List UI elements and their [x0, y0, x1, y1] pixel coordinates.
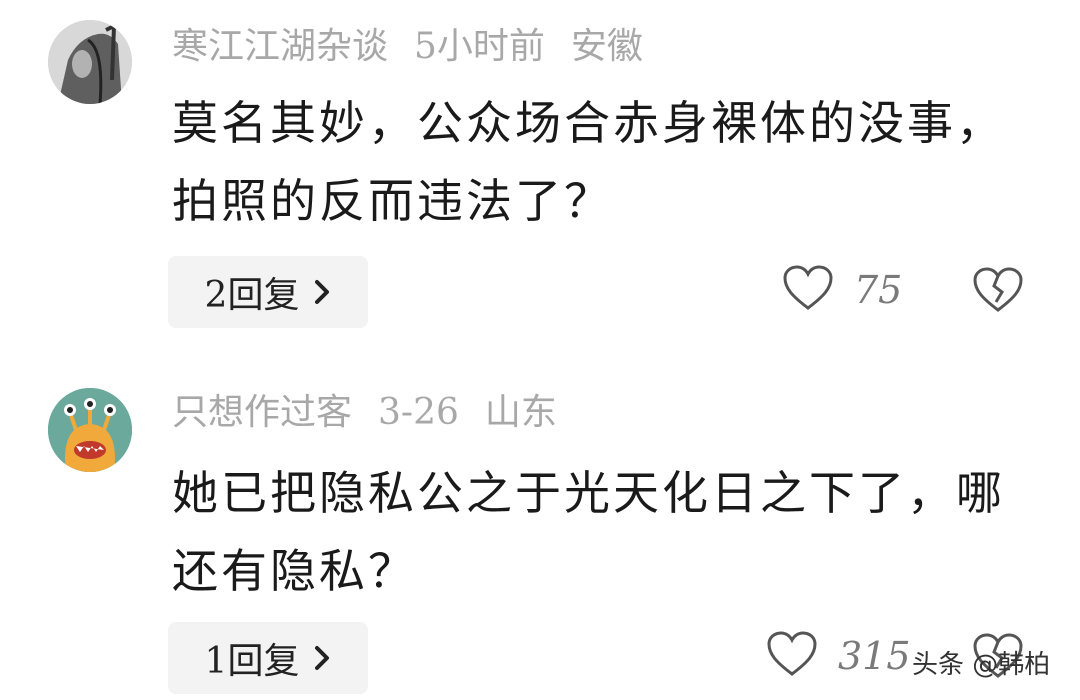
timestamp: 3-26	[378, 392, 459, 433]
ink-figure-avatar-icon	[48, 20, 132, 104]
dislike-button[interactable]	[972, 266, 1024, 318]
reply-label: 2回复	[204, 275, 300, 316]
comment-meta: 只想作过客 3-26 山东	[172, 388, 583, 438]
like-button[interactable]: 315	[766, 630, 911, 682]
chevron-right-icon	[313, 644, 331, 672]
like-count: 315	[838, 634, 911, 678]
reply-label: 1回复	[204, 641, 300, 682]
heart-icon	[766, 630, 818, 682]
heart-icon	[782, 264, 834, 316]
location: 安徽	[570, 26, 643, 67]
reply-button[interactable]: 1回复	[168, 622, 368, 694]
avatar[interactable]	[48, 388, 132, 472]
like-button[interactable]: 75	[782, 264, 902, 316]
comment-text: 莫名其妙，公众场合赤身裸体的没事，拍照的反而违法了？	[172, 96, 1005, 228]
avatar[interactable]	[48, 20, 132, 104]
watermark: 头条 @韩柏	[912, 650, 1051, 680]
broken-heart-icon	[972, 267, 1024, 318]
monster-avatar-icon	[48, 388, 132, 472]
username[interactable]: 只想作过客	[172, 392, 352, 433]
like-count: 75	[854, 268, 903, 312]
username[interactable]: 寒江江湖杂谈	[172, 26, 388, 67]
reply-button[interactable]: 2回复	[168, 256, 368, 328]
location: 山东	[484, 392, 557, 433]
comment-text: 她已把隐私公之于光天化日之下了，哪还有隐私？	[172, 466, 1005, 598]
comment-meta: 寒江江湖杂谈 5小时前 安徽	[172, 22, 669, 72]
timestamp: 5小时前	[414, 26, 545, 67]
chevron-right-icon	[313, 278, 331, 306]
